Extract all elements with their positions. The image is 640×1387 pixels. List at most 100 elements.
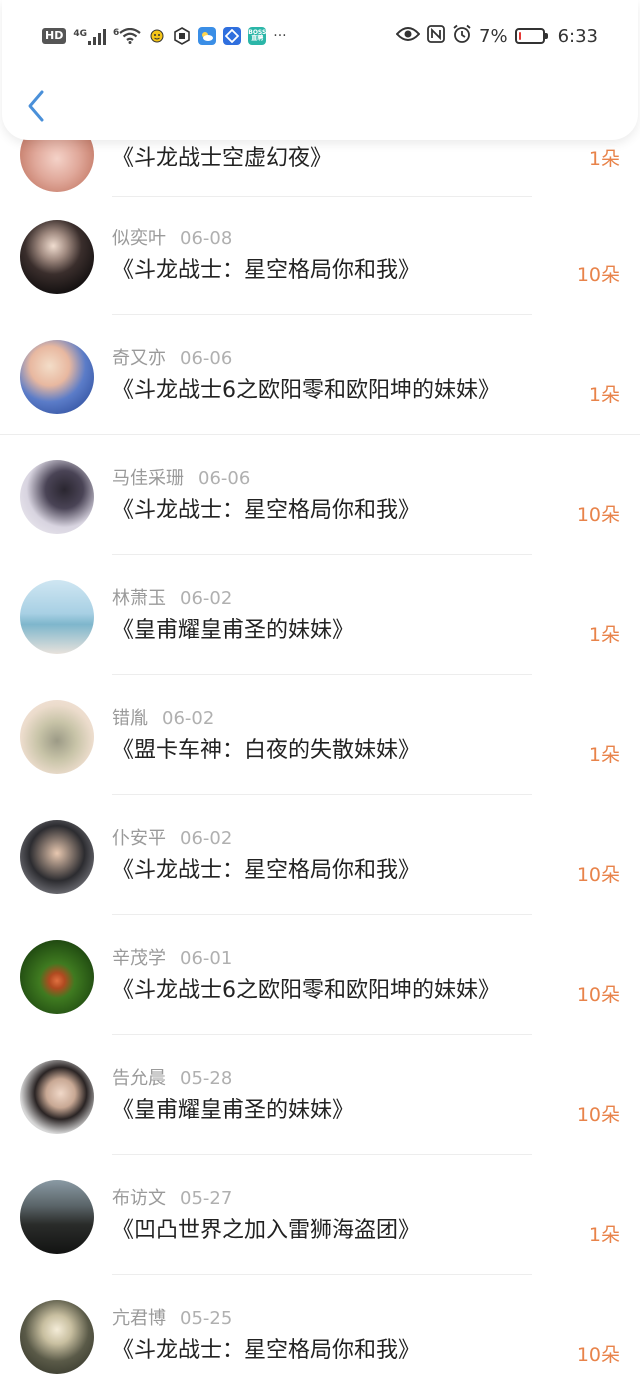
hd-badge: HD <box>42 28 67 44</box>
post-date: 05-28 <box>180 1068 233 1089</box>
screen: 《斗龙战士空虚幻夜》 1朵 似奕叶 06-08 《斗龙战士：星空格局你和我》 10… <box>0 0 640 1387</box>
battery-icon <box>514 28 548 44</box>
work-title[interactable]: 《斗龙战士：星空格局你和我》 <box>112 252 420 284</box>
work-title[interactable]: 《斗龙战士：星空格局你和我》 <box>112 852 420 884</box>
flower-count: 10朵 <box>576 264 620 286</box>
avatar[interactable] <box>20 460 94 534</box>
nfc-icon <box>427 25 445 47</box>
post-date: 06-02 <box>180 828 233 849</box>
divider <box>112 1274 532 1275</box>
work-title[interactable]: 《皇甫耀皇甫圣的妹妹》 <box>112 612 354 644</box>
list-item[interactable]: 布访文 05-27 《凹凸世界之加入雷狮海盗团》 1朵 <box>0 1158 640 1278</box>
diamond-app-icon <box>223 27 242 45</box>
chevron-left-icon <box>28 90 44 122</box>
wifi-icon: 6 <box>113 28 141 44</box>
flower-count: 10朵 <box>576 1344 620 1366</box>
list-item[interactable]: 错胤 06-02 《盟卡车神：白夜的失散妹妹》 1朵 <box>0 678 640 798</box>
work-title[interactable]: 《皇甫耀皇甫圣的妹妹》 <box>112 1092 354 1124</box>
meta-line: 林萧玉 06-02 <box>112 584 232 610</box>
post-date: 06-06 <box>198 468 251 489</box>
list-item[interactable]: 马佳采珊 06-06 《斗龙战士：星空格局你和我》 10朵 <box>0 438 640 558</box>
list-item[interactable]: 告允晨 05-28 《皇甫耀皇甫圣的妹妹》 10朵 <box>0 1038 640 1158</box>
work-title[interactable]: 《斗龙战士：星空格局你和我》 <box>112 492 420 524</box>
status-right: 7% 6:33 <box>395 24 598 48</box>
eye-icon <box>395 26 421 46</box>
clock: 6:33 <box>557 25 598 47</box>
work-title[interactable]: 《斗龙战士6之欧阳零和欧阳坤的妹妹》 <box>112 972 500 1004</box>
post-date: 06-06 <box>180 348 233 369</box>
flower-count: 10朵 <box>576 504 620 526</box>
list-item[interactable]: 似奕叶 06-08 《斗龙战士：星空格局你和我》 10朵 <box>0 198 640 318</box>
work-title[interactable]: 《盟卡车神：白夜的失散妹妹》 <box>112 732 420 764</box>
avatar[interactable] <box>20 220 94 294</box>
user-name[interactable]: 似奕叶 <box>112 228 166 249</box>
list-item[interactable]: 亢君博 05-25 《斗龙战士：星空格局你和我》 10朵 <box>0 1278 640 1387</box>
flower-count: 10朵 <box>576 864 620 886</box>
post-date: 06-02 <box>180 588 233 609</box>
avatar[interactable] <box>20 1180 94 1254</box>
divider <box>112 1154 532 1155</box>
divider <box>112 196 532 197</box>
meta-line: 奇又亦 06-06 <box>112 344 232 370</box>
user-name[interactable]: 布访文 <box>112 1188 166 1209</box>
battery-percent: 7% <box>479 25 508 47</box>
flower-count: 1朵 <box>588 624 620 646</box>
wifi-badge: 6 <box>113 28 120 38</box>
user-name[interactable]: 马佳采珊 <box>112 468 184 489</box>
avatar[interactable] <box>20 580 94 654</box>
divider <box>112 674 532 675</box>
meta-line: 告允晨 05-28 <box>112 1064 232 1090</box>
divider <box>112 554 532 555</box>
network-type: 4G <box>73 29 87 39</box>
avatar[interactable] <box>20 700 94 774</box>
flower-count: 10朵 <box>576 984 620 1006</box>
weather-app-icon <box>198 27 217 45</box>
user-name[interactable]: 辛茂学 <box>112 948 166 969</box>
flower-count: 1朵 <box>588 744 620 766</box>
boss-app-icon: BOSS 直聘 <box>248 27 266 45</box>
meta-line: 错胤 06-02 <box>112 704 214 730</box>
work-title[interactable]: 《斗龙战士空虚幻夜》 <box>112 140 332 172</box>
divider <box>112 1034 532 1035</box>
meta-line: 似奕叶 06-08 <box>112 224 232 250</box>
header: HD 4G 6 BOSS 直聘 ··· 7% 6:33 <box>2 0 638 140</box>
user-name[interactable]: 错胤 <box>112 708 148 729</box>
flower-count: 1朵 <box>588 148 620 170</box>
avatar[interactable] <box>20 1060 94 1134</box>
divider <box>112 794 532 795</box>
hexagon-app-icon <box>173 27 192 45</box>
work-title[interactable]: 《斗龙战士6之欧阳零和欧阳坤的妹妹》 <box>112 372 500 404</box>
cellular-signal-icon: 4G <box>73 27 106 45</box>
back-button[interactable] <box>20 84 54 128</box>
avatar[interactable] <box>20 940 94 1014</box>
user-name[interactable]: 告允晨 <box>112 1068 166 1089</box>
emoji-app-icon <box>148 27 167 45</box>
post-date: 06-01 <box>180 948 233 969</box>
flower-count: 1朵 <box>588 384 620 406</box>
avatar[interactable] <box>20 820 94 894</box>
meta-line: 辛茂学 06-01 <box>112 944 232 970</box>
user-name[interactable]: 奇又亦 <box>112 348 166 369</box>
meta-line: 亢君博 05-25 <box>112 1304 232 1330</box>
gift-list[interactable]: 《斗龙战士空虚幻夜》 1朵 似奕叶 06-08 《斗龙战士：星空格局你和我》 10… <box>0 0 640 1387</box>
list-item[interactable]: 仆安平 06-02 《斗龙战士：星空格局你和我》 10朵 <box>0 798 640 918</box>
post-date: 05-27 <box>180 1188 233 1209</box>
meta-line: 仆安平 06-02 <box>112 824 232 850</box>
user-name[interactable]: 亢君博 <box>112 1308 166 1329</box>
status-left: HD 4G 6 BOSS 直聘 ··· <box>42 27 287 45</box>
avatar[interactable] <box>20 340 94 414</box>
work-title[interactable]: 《斗龙战士：星空格局你和我》 <box>112 1332 420 1364</box>
meta-line: 布访文 05-27 <box>112 1184 232 1210</box>
list-item[interactable]: 辛茂学 06-01 《斗龙战士6之欧阳零和欧阳坤的妹妹》 10朵 <box>0 918 640 1038</box>
user-name[interactable]: 林萧玉 <box>112 588 166 609</box>
flower-count: 10朵 <box>576 1104 620 1126</box>
list-item[interactable]: 林萧玉 06-02 《皇甫耀皇甫圣的妹妹》 1朵 <box>0 558 640 678</box>
list-item[interactable]: 奇又亦 06-06 《斗龙战士6之欧阳零和欧阳坤的妹妹》 1朵 <box>0 318 640 438</box>
avatar[interactable] <box>20 1300 94 1374</box>
divider <box>0 434 640 435</box>
user-name[interactable]: 仆安平 <box>112 828 166 849</box>
divider <box>112 314 532 315</box>
work-title[interactable]: 《凹凸世界之加入雷狮海盗团》 <box>112 1212 420 1244</box>
alarm-icon <box>452 24 472 48</box>
flower-count: 1朵 <box>588 1224 620 1246</box>
